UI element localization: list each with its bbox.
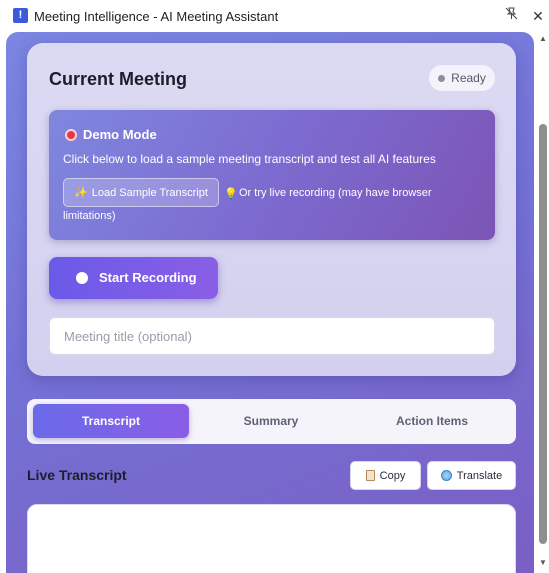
translate-button-label: Translate: [456, 469, 503, 482]
status-text: Ready: [451, 71, 486, 85]
scroll-thumb[interactable]: [539, 124, 547, 544]
close-button[interactable]: ✕: [529, 7, 547, 25]
clipboard-icon: [365, 470, 375, 481]
demo-mode-panel: Demo Mode Click below to load a sample m…: [49, 110, 495, 240]
copy-button-label: Copy: [379, 469, 406, 482]
copy-button[interactable]: Copy: [350, 461, 421, 490]
record-dot-icon: [76, 272, 88, 284]
sparkle-icon: ✨: [74, 187, 88, 199]
scroll-up-icon[interactable]: ▲: [539, 34, 547, 43]
live-transcript-heading: Live Transcript: [27, 467, 127, 483]
load-button-label: Load Sample Transcript: [91, 186, 208, 199]
window-title: Meeting Intelligence - AI Meeting Assist…: [34, 9, 279, 24]
demo-title: Demo Mode: [65, 127, 157, 142]
start-recording-button[interactable]: Start Recording: [49, 257, 218, 299]
lightbulb-icon: 💡: [224, 188, 238, 200]
tab-action-items[interactable]: Action Items: [353, 404, 511, 438]
demo-hint-line2: limitations): [63, 210, 116, 222]
pin-off-icon[interactable]: [502, 7, 520, 25]
globe-icon: [440, 470, 452, 481]
title-bar: ! Meeting Intelligence - AI Meeting Assi…: [0, 0, 549, 32]
load-sample-transcript-button[interactable]: ✨ Load Sample Transcript: [63, 178, 219, 207]
status-dot-icon: [438, 74, 446, 82]
app-viewport: Current Meeting Ready Demo Mode Click be…: [6, 32, 534, 573]
status-badge: Ready: [429, 65, 495, 91]
app-icon: !: [13, 8, 28, 23]
target-icon: [65, 128, 77, 141]
demo-title-text: Demo Mode: [83, 127, 157, 142]
tab-bar: Transcript Summary Action Items: [27, 399, 516, 444]
current-meeting-card: Current Meeting Ready Demo Mode Click be…: [27, 43, 516, 376]
card-title: Current Meeting: [49, 69, 188, 89]
tab-summary[interactable]: Summary: [192, 404, 350, 438]
scroll-down-icon[interactable]: ▼: [539, 558, 547, 567]
demo-hint-line1: Or try live recording (may have browser: [239, 187, 432, 199]
translate-button[interactable]: Translate: [427, 461, 516, 490]
vertical-scrollbar[interactable]: ▲ ▼: [536, 32, 549, 573]
record-button-label: Start Recording: [99, 270, 197, 285]
meeting-title-input[interactable]: [49, 317, 495, 355]
tab-transcript[interactable]: Transcript: [33, 404, 189, 438]
transcript-content-area[interactable]: [27, 504, 516, 573]
demo-description: Click below to load a sample meeting tra…: [63, 152, 436, 166]
